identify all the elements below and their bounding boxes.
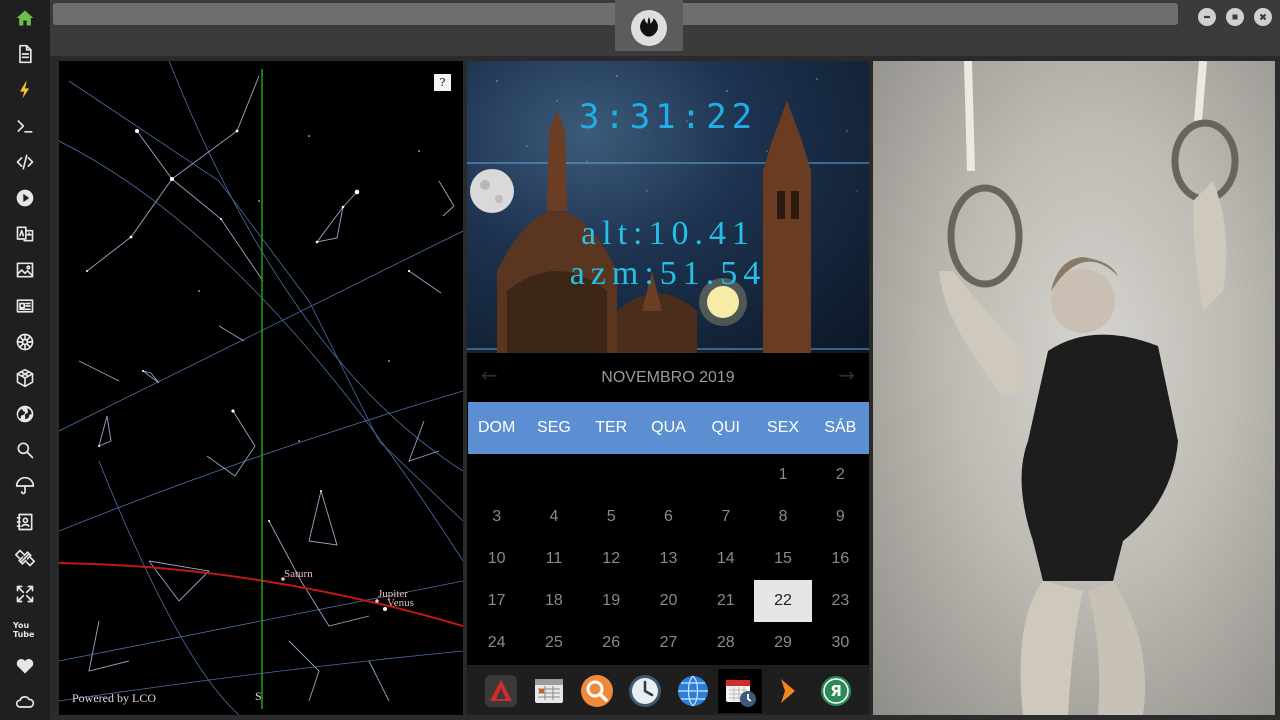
astro-clock-widget: 3:31:22 alt:10.41 azm:51.54: [467, 61, 869, 353]
image-icon[interactable]: [13, 258, 37, 282]
weekday-header-cell: QUI: [711, 419, 740, 436]
calendar-day[interactable]: 20: [640, 580, 697, 622]
translate-icon[interactable]: [13, 222, 37, 246]
close-button[interactable]: [1254, 8, 1272, 26]
weekday-header-cell: QUA: [651, 419, 686, 436]
calendar-day-today[interactable]: 22: [754, 580, 812, 622]
youtube-icon[interactable]: You Tube: [13, 618, 37, 642]
hexagon-icon[interactable]: [13, 366, 37, 390]
youtube-label: You Tube: [13, 621, 35, 639]
calendar-day: [697, 454, 754, 496]
planet-label-venus: Venus: [387, 597, 414, 609]
expand-icon[interactable]: [13, 582, 37, 606]
yandex-app-icon[interactable]: Я: [814, 669, 858, 713]
clock-time: 3:31:22: [578, 97, 758, 137]
galactic-empire-icon[interactable]: [13, 330, 37, 354]
code-icon[interactable]: [13, 150, 37, 174]
calendar-day[interactable]: 9: [812, 496, 869, 538]
calendar-day[interactable]: 12: [583, 538, 640, 580]
calendar-day[interactable]: 8: [754, 496, 811, 538]
calendar-day[interactable]: 19: [583, 580, 640, 622]
calendar-day[interactable]: 17: [468, 580, 525, 622]
minimize-button[interactable]: [1198, 8, 1216, 26]
clock-app-icon[interactable]: [623, 669, 667, 713]
top-bar: [50, 0, 1280, 56]
calendar-table-app-icon[interactable]: [527, 669, 571, 713]
search-app-icon[interactable]: [575, 669, 619, 713]
calendar-day[interactable]: 16: [812, 538, 869, 580]
calendar-day[interactable]: 11: [525, 538, 582, 580]
calendar-day: [640, 454, 697, 496]
calendar-day[interactable]: 27: [640, 622, 697, 664]
calendar-widget: ← NOVEMBRO 2019 → DOM SEG TER QUA QUI SEX SÁB …: [467, 353, 869, 665]
link-icon[interactable]: [13, 546, 37, 570]
calendar-weekday-header: DOM SEG TER QUA QUI SEX SÁB: [468, 402, 869, 454]
weekday-header-cell: TER: [595, 419, 628, 436]
calendar-day[interactable]: 28: [697, 622, 754, 664]
weekday-header-cell: SÁB: [824, 419, 857, 436]
calendar-day[interactable]: 4: [525, 496, 582, 538]
weekday-header-cell: SEX: [767, 419, 800, 436]
calendar-day: [583, 454, 640, 496]
calendar-day[interactable]: 24: [468, 622, 525, 664]
direction-label: S: [255, 689, 262, 703]
gymnast-figure-image: [939, 61, 1239, 715]
calendar-day[interactable]: 6: [640, 496, 697, 538]
calendar-day: [525, 454, 582, 496]
sky-help-button[interactable]: ?: [434, 74, 451, 91]
moon-altitude: alt:10.41: [581, 215, 755, 252]
cloud-icon[interactable]: [13, 690, 37, 714]
gymnast-photo: [873, 61, 1275, 715]
red-triangle-app-icon[interactable]: [479, 669, 523, 713]
calendar-day[interactable]: 30: [812, 622, 869, 664]
calendar-day[interactable]: 10: [468, 538, 525, 580]
calendar-day[interactable]: 2: [812, 454, 869, 496]
weekday-header-cell: DOM: [477, 419, 516, 436]
chevron-app-icon[interactable]: [766, 669, 810, 713]
calendar-day: [468, 454, 525, 496]
sidebar: You Tube: [0, 0, 50, 720]
weekday-header-cell: SEG: [537, 419, 571, 436]
calendar-day[interactable]: 3: [468, 496, 525, 538]
calendar-day[interactable]: 7: [697, 496, 754, 538]
home-icon[interactable]: [13, 6, 37, 30]
app-dock: Я: [467, 665, 869, 715]
globe-icon[interactable]: [13, 402, 37, 426]
calendar-day[interactable]: 14: [697, 538, 754, 580]
globe-app-icon[interactable]: [671, 669, 715, 713]
document-icon[interactable]: [13, 42, 37, 66]
sky-credit: Powered by LCO: [72, 691, 156, 705]
moon-azimuth: azm:51.54: [569, 255, 767, 292]
rebel-alliance-logo-icon: [631, 10, 667, 46]
calendar-clock-app-icon[interactable]: [718, 669, 762, 713]
calendar-day[interactable]: 13: [640, 538, 697, 580]
yandex-app-label: Я: [830, 682, 842, 700]
calendar-day[interactable]: 5: [583, 496, 640, 538]
search-icon[interactable]: [13, 438, 37, 462]
calendar-day[interactable]: 29: [754, 622, 811, 664]
calendar-day[interactable]: 26: [583, 622, 640, 664]
calendar-day[interactable]: 23: [812, 580, 869, 622]
calendar-day[interactable]: 18: [525, 580, 582, 622]
calendar-day[interactable]: 21: [697, 580, 754, 622]
umbrella-icon[interactable]: [13, 474, 37, 498]
lightning-icon[interactable]: [13, 78, 37, 102]
sky-map[interactable]: Saturn Jupiter Venus S ? Powered by LCO: [59, 61, 463, 715]
contacts-icon[interactable]: [13, 510, 37, 534]
calendar-next-button[interactable]: →: [838, 363, 855, 387]
constellation-map: Saturn Jupiter Venus S: [59, 61, 463, 715]
news-icon[interactable]: [13, 294, 37, 318]
maximize-button[interactable]: [1226, 8, 1244, 26]
terminal-icon[interactable]: [13, 114, 37, 138]
calendar-day[interactable]: 1: [754, 454, 811, 496]
heart-icon[interactable]: [13, 654, 37, 678]
calendar-day[interactable]: 15: [754, 538, 811, 580]
calendar-month-title: NOVEMBRO 2019: [601, 369, 735, 386]
planet-label-saturn: Saturn: [284, 568, 313, 580]
logo-tab[interactable]: [615, 0, 683, 51]
calendar-day[interactable]: 25: [525, 622, 582, 664]
bottom-edge: [50, 715, 1280, 720]
play-icon[interactable]: [13, 186, 37, 210]
calendar-day-grid: 1 2 3 4 5 6 7 8 9 10 11 12 13 14 15 16 17 18 19 20 21 22 23 24 2…: [468, 454, 869, 664]
